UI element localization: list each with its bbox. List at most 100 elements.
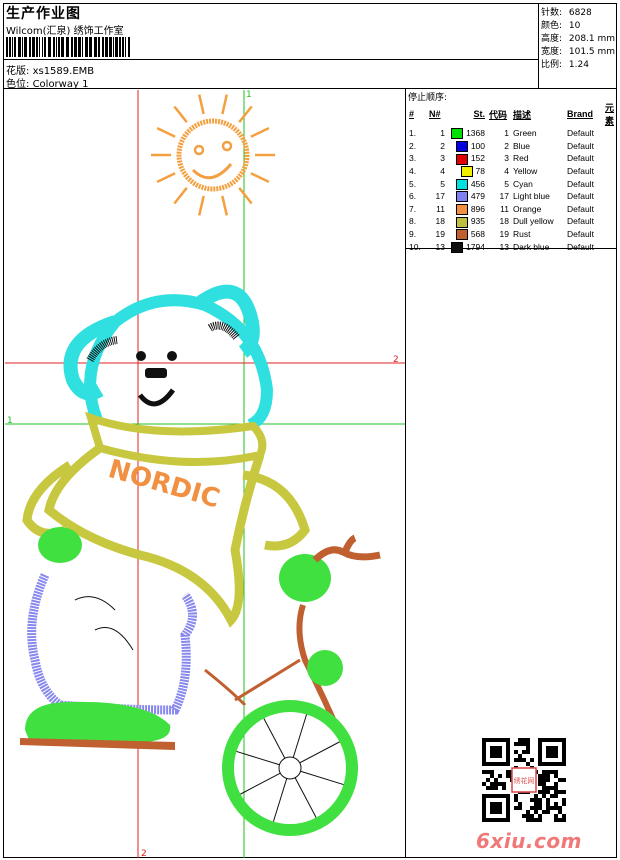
qr-badge-text: 绣花网 [514,776,535,785]
cell-brand: Default [567,178,594,189]
sun [151,94,275,216]
sun-eye-right [221,140,233,152]
bear-head [63,284,274,431]
color-sequence-table: # N# St. 代码 描述 Brand 元素 1. 1 1368 1 Green Def… [407,101,620,253]
cell-stitches: 935 [447,215,487,228]
table-row[interactable]: 10. 13 1794 13 Dark blue Default [407,240,620,253]
sun-face [176,118,250,192]
wheel-spoke [263,718,286,759]
cell-index: 5. [409,178,417,189]
wheel-spoke [292,714,308,758]
color-swatch [451,128,464,140]
cell-needle: 1 [440,128,445,139]
table-row[interactable]: 5. 5 456 5 Cyan Default [407,177,620,190]
col-element: 元素 [605,103,615,126]
table-row[interactable]: 7. 11 896 11 Orange Default [407,203,620,216]
colorway-label: 色位: [6,79,30,90]
cell-brand: Default [567,128,594,139]
cell-element [603,203,620,216]
cell-index: 1. [409,128,417,139]
header-divider [3,88,617,89]
cell-code: 3 [504,153,509,164]
bear-pants [27,573,197,715]
col-brand: Brand [567,109,594,119]
cell-element [603,127,620,140]
cell-index: 10. [409,241,421,252]
cell-element [603,215,620,228]
cell-stitches: 78 [447,165,487,178]
cell-brand: Default [567,166,594,177]
cell-element [603,190,620,203]
table-row[interactable]: 8. 18 935 18 Dull yellow Default [407,215,620,228]
cell-code: 11 [500,203,509,214]
table-row[interactable]: 1. 1 1368 1 Green Default [407,127,620,140]
cell-code: 1 [504,128,509,139]
cell-element [603,228,620,241]
cell-needle: 5 [440,178,445,189]
cell-code: 17 [499,191,509,202]
cell-brand: Default [567,229,594,240]
pattern-divider [3,59,538,60]
cell-stitches: 152 [447,152,487,165]
colorway: 色位: Colorway 1 [6,75,88,90]
bear-eye-left [136,351,146,361]
cell-needle: 11 [436,203,445,214]
color-swatch [455,216,468,228]
wheel-spoke [240,772,281,795]
cell-stitches: 896 [447,203,487,216]
stat-height: 高度: 208.1 mm [541,34,616,44]
qr-code-icon[interactable]: 绣花网 [482,738,566,822]
cell-brand: Default [567,191,594,202]
bicycle-handlebar [312,534,381,563]
cell-needle: 18 [435,216,445,227]
colorway-value: Colorway 1 [32,79,89,90]
cell-desc: Dark blue [513,241,550,252]
cell-element [603,152,620,165]
cell-code: 5 [504,178,509,189]
sun-eye-left [193,144,205,156]
cell-desc: Light blue [513,191,550,202]
sun-ray [156,126,176,138]
bear-hand-left [38,527,82,563]
cell-code: 13 [499,241,509,252]
cell-desc: Cyan [513,178,533,189]
sun-ray [250,126,270,138]
color-swatch [455,229,468,241]
stat-stitches: 针数: 6828 [541,8,592,18]
sun-ray [238,187,253,205]
sun-ray [250,172,270,184]
guide-label-green-left: 1 [7,416,13,426]
table-row[interactable]: 3. 3 152 3 Red Default [407,152,620,165]
table-row[interactable]: 2. 2 100 2 Blue Default [407,140,620,153]
table-row[interactable]: 6. 17 479 17 Light blue Default [407,190,620,203]
cell-element [603,240,620,253]
stat-colors: 颜色: 10 [541,21,581,31]
cell-code: 19 [499,229,509,240]
cell-element [603,165,620,178]
watermark: 6xiu.com [476,829,582,853]
cell-needle: 13 [435,241,445,252]
pants-fold [74,596,134,651]
col-index: # [409,109,415,119]
cell-index: 8. [409,216,417,227]
barcode-icon [6,37,130,57]
embroidery-design: 1 2 1 2 NORDIC [5,90,405,858]
sun-ray [197,195,205,216]
bicycle-hub [278,756,302,780]
color-swatch [460,166,473,178]
sun-ray [221,94,229,115]
table-header-row: # N# St. 代码 描述 Brand 元素 [407,101,620,127]
wheel-spoke [272,778,288,822]
bicycle-frame [204,658,301,707]
table-row[interactable]: 9. 19 568 19 Rust Default [407,228,620,241]
cell-stitches: 568 [447,228,487,241]
table-row[interactable]: 4. 4 78 4 Yellow Default [407,165,620,178]
sun-ray [197,94,205,115]
cell-code: 18 [499,216,509,227]
sun-ray [173,105,188,123]
cell-needle: 17 [435,191,445,202]
col-needle: N# [429,109,441,119]
cell-stitches: 456 [447,177,487,190]
sun-ray [173,187,188,205]
sun-smile [191,163,233,180]
